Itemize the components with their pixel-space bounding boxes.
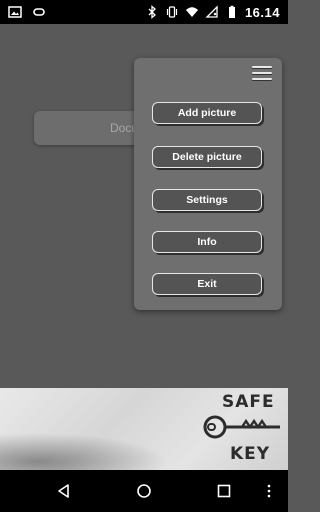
vibrate-icon (165, 5, 179, 19)
bluetooth-icon (145, 5, 159, 19)
home-icon[interactable] (136, 483, 152, 499)
no-sim-icon (205, 5, 219, 19)
status-bar: 16.14 (0, 0, 288, 24)
voicemail-icon (32, 5, 46, 19)
banner-texture (0, 428, 190, 470)
app-surface: Docu Add picture Delete picture Settings… (0, 24, 288, 388)
battery-icon (225, 5, 239, 19)
info-button[interactable]: Info (152, 231, 262, 253)
hamburger-menu-icon[interactable] (252, 66, 272, 80)
status-right: 16.14 (145, 5, 288, 20)
delete-picture-button[interactable]: Delete picture (152, 146, 262, 168)
settings-button[interactable]: Settings (152, 189, 262, 211)
back-icon[interactable] (56, 483, 72, 499)
recents-icon[interactable] (216, 483, 232, 499)
status-time: 16.14 (244, 4, 280, 20)
safe-key-banner: SAFE KEY (0, 388, 288, 470)
add-picture-button[interactable]: Add picture (152, 102, 262, 124)
status-left (0, 5, 46, 19)
wifi-icon (185, 5, 199, 19)
exit-button[interactable]: Exit (152, 273, 262, 295)
logo-word-key: KEY (230, 444, 271, 464)
image-icon (8, 5, 22, 19)
navigation-bar (0, 470, 288, 512)
key-icon (203, 415, 280, 439)
overflow-icon[interactable] (264, 483, 274, 499)
logo-word-safe: SAFE (222, 392, 275, 412)
popup-menu: Add picture Delete picture Settings Info… (134, 58, 282, 310)
